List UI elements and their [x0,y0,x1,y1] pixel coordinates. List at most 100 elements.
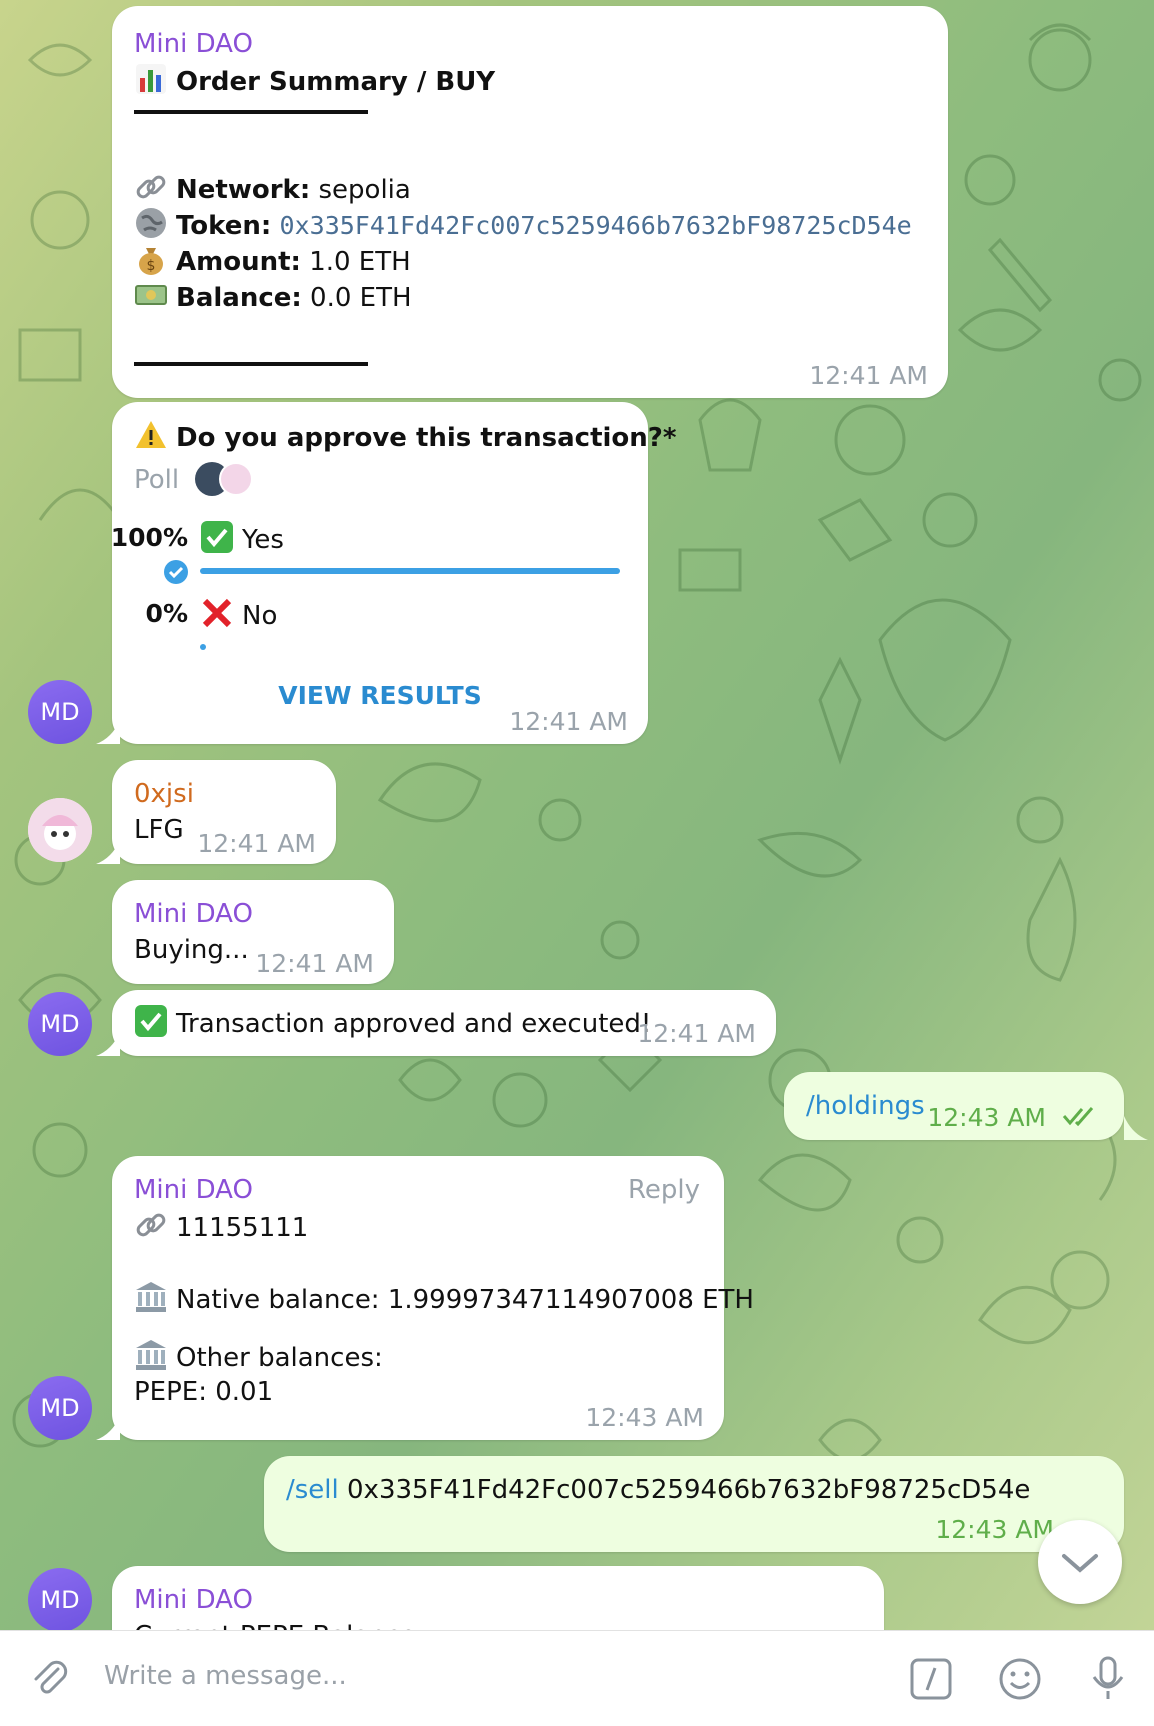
warning-icon [136,421,166,448]
bubble-tail [96,1032,120,1056]
holdings-message: Mini DAO Reply 11155111 Native balance: … [112,1156,754,1440]
globe-icon [136,208,166,238]
bubble-tail [96,1416,120,1440]
message-text: LFG [134,815,184,845]
microphone-icon[interactable] [1088,1655,1128,1703]
double-check-icon [1062,1107,1094,1126]
sell-command[interactable]: /sell [286,1475,339,1505]
option-bar-track [200,644,620,650]
message-time: 12:43 AM [935,1515,1054,1544]
sell-argument: 0x335F41Fd42Fc007c5259466b7632bF98725cD5… [347,1475,1031,1505]
amount-row: $ Amount: 1.0 ETH [134,242,411,280]
emoji-icon[interactable] [998,1657,1042,1701]
voter-avatar-2 [219,462,254,496]
balance-row: Balance: 0.0 ETH [134,278,412,316]
divider-bottom [134,362,368,366]
reply-button[interactable]: Reply [628,1172,700,1208]
message-time: 12:41 AM [637,1019,756,1048]
order-title-text: Order Summary / BUY [176,67,496,97]
native-balance-row: Native balance: 1.99997347114907008 ETH [134,1280,754,1318]
sender-name[interactable]: Mini DAO [134,1582,253,1618]
voter-avatars [195,462,255,496]
holdings-command-message: /holdings 12:43 AM [784,1072,1124,1140]
network-label: Network: [176,175,311,205]
message-text: Buying... [134,935,249,965]
chain-id: 11155111 [176,1213,309,1243]
anime-avatar-icon [28,798,92,862]
sender-name[interactable]: Mini DAO [134,26,253,62]
bubble-tail [96,840,120,864]
bubble-tail [96,720,120,744]
bubble-tail [1124,1116,1148,1140]
sender-name[interactable]: Mini DAO [134,896,253,932]
command-icon[interactable] [910,1658,952,1700]
scroll-down-button[interactable] [1038,1520,1122,1604]
option-label: Yes [200,520,284,558]
poll-kind: Poll [134,462,255,498]
message-time: 12:41 AM [509,707,628,736]
token-address[interactable]: 0x335F41Fd42Fc007c5259466b7632bF98725cD5… [280,211,912,240]
native-balance: Native balance: 1.99997347114907008 ETH [176,1285,754,1315]
message-input[interactable]: Write a message... [104,1661,347,1691]
chat-history[interactable]: Mini DAO Order Summary / BUY Network: se… [0,0,1154,1630]
option-bar [200,644,206,650]
svg-text:$: $ [147,258,156,274]
buying-message: Mini DAO Buying... 12:41 AM [112,880,394,984]
amount-label: Amount: [176,247,301,277]
divider-top [134,110,368,114]
avatar[interactable]: MD [28,680,92,744]
cross-mark-icon [202,598,232,628]
link-icon [136,175,166,199]
approved-text: Transaction approved and executed! [176,1009,652,1039]
voted-check-icon [164,560,188,584]
poll-kind-label: Poll [134,465,180,495]
message-time: 12:43 AM [927,1103,1046,1132]
network-row: Network: sepolia [134,170,411,208]
poll-question: Do you approve this transaction?* [134,418,676,456]
option-bar-track [200,568,620,574]
poll-question-text: Do you approve this transaction?* [176,423,677,453]
avatar[interactable]: MD [28,1568,92,1630]
option-label: No [200,596,277,634]
message-time: 12:43 AM [585,1403,704,1432]
message-text: Transaction approved and executed! [134,1004,651,1042]
money-bag-icon: $ [139,248,163,275]
pepe-balance-message: Mini DAO Current PEPE Balance [112,1566,884,1630]
message-time: 12:41 AM [255,949,374,978]
balance-value: 0.0 ETH [310,283,412,313]
lfg-message: 0xjsi LFG 12:41 AM [112,760,336,864]
message-composer: Write a message... [0,1630,1154,1726]
chevron-down-icon [1062,1554,1098,1573]
pepe-balance: PEPE: 0.01 [134,1377,274,1407]
message-time: 12:41 AM [197,829,316,858]
link-icon [136,1213,166,1237]
token-row: Token: 0x335F41Fd42Fc007c5259466b7632bF9… [134,206,912,244]
other-balances-label: Other balances: [176,1343,383,1373]
message-time: 12:41 AM [809,361,928,390]
bank-icon [136,1340,166,1370]
sender-name[interactable]: 0xjsi [134,776,194,812]
network-value: sepolia [318,175,411,205]
command-text: /sell 0x335F41Fd42Fc007c5259466b7632bF98… [286,1472,1030,1508]
avatar[interactable]: MD [28,1376,92,1440]
option-label-text: Yes [242,525,284,555]
token-label: Token: [176,211,272,241]
balance-label: Balance: [176,283,302,313]
option-bar [200,568,620,574]
command-text[interactable]: /holdings [806,1088,925,1124]
attach-icon[interactable] [30,1659,70,1699]
check-mark-icon [201,521,233,553]
option-percent: 0% [145,599,188,628]
other-balances-row: Other balances: [134,1338,383,1376]
sender-name[interactable]: Mini DAO [134,1172,253,1208]
avatar[interactable]: MD [28,992,92,1056]
order-summary-message: Mini DAO Order Summary / BUY Network: se… [112,6,948,398]
poll-option-no[interactable]: 0% No [112,596,648,666]
sell-command-message: /sell 0x335F41Fd42Fc007c5259466b7632bF98… [264,1456,1124,1552]
banknote-icon [135,285,167,305]
option-label-text: No [242,601,278,631]
poll-option-yes[interactable]: 100% Yes [111,520,648,590]
poll-message: Do you approve this transaction?* Poll 1… [111,402,676,744]
avatar-0xjsi[interactable] [28,798,92,862]
chain-id-row: 11155111 [134,1208,308,1246]
